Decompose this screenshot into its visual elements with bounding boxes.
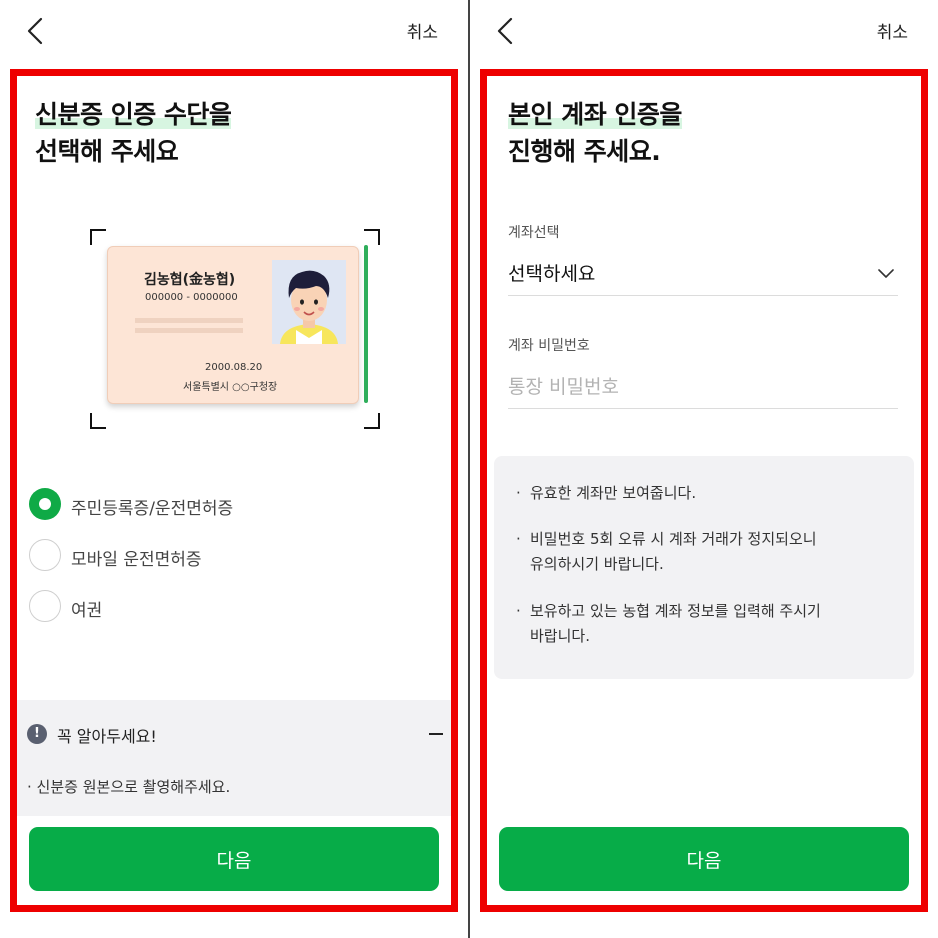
option-label: 모바일 운전면허증 <box>71 550 202 570</box>
back-arrow-icon[interactable] <box>494 16 520 46</box>
id-verification-screen: 취소 신분증 인증 수단을 선택해 주세요 김농협(金농협) 000000 - … <box>0 0 468 938</box>
page-title: 신분증 인증 수단을 선택해 주세요 <box>35 96 232 170</box>
account-select-label: 계좌선택 <box>508 225 560 241</box>
card-placeholder-line <box>135 328 243 333</box>
info-box: · 유효한 계좌만 보여줍니다. · 비밀번호 5회 오류 시 계좌 거래가 정… <box>494 456 914 679</box>
card-issue-date: 2000.08.20 <box>205 362 263 373</box>
option-label: 주민등록증/운전면허증 <box>71 499 234 519</box>
chevron-down-icon[interactable] <box>878 269 894 279</box>
back-arrow-icon[interactable] <box>24 16 50 46</box>
radio-unselected-icon[interactable] <box>29 539 61 571</box>
scan-corner-bottom-left <box>90 413 106 429</box>
title-line2: 진행해 주세요. <box>508 137 661 166</box>
highlight-frame: 본인 계좌 인증을 진행해 주세요. 계좌선택 선택하세요 계좌 비밀번호 통장… <box>480 69 928 912</box>
info-item-text: 유효한 계좌만 보여줍니다. <box>530 484 697 502</box>
info-item: · 비밀번호 5회 오류 시 계좌 거래가 정지되오니 유의하시기 바랍니다. <box>516 527 817 577</box>
radio-selected-icon[interactable] <box>29 488 61 520</box>
password-input[interactable]: 통장 비밀번호 <box>508 372 619 399</box>
password-label: 계좌 비밀번호 <box>508 338 590 354</box>
card-holder-name: 김농협(金농협) <box>144 272 236 288</box>
id-card: 김농협(金농협) 000000 - 0000000 2000.08.20 서울특… <box>107 246 359 404</box>
notice-panel: ! 꼭 알아두세요! · 신분증 원본으로 촬영해주세요. <box>17 700 451 816</box>
top-bar: 취소 <box>470 0 938 62</box>
title-highlight: 신분증 인증 수단을 <box>35 100 232 129</box>
page-title: 본인 계좌 인증을 진행해 주세요. <box>508 96 682 170</box>
notice-item-text: 신분증 원본으로 촬영해주세요. <box>36 778 231 796</box>
title-line2: 선택해 주세요 <box>35 137 179 166</box>
title-highlight: 본인 계좌 인증을 <box>508 100 682 129</box>
notice-item: · 신분증 원본으로 촬영해주세요. <box>27 778 231 796</box>
scan-corner-top-left <box>90 229 106 245</box>
cancel-button[interactable]: 취소 <box>877 18 908 43</box>
highlight-frame: 신분증 인증 수단을 선택해 주세요 김농협(金농협) 000000 - 000… <box>10 69 458 912</box>
radio-unselected-icon[interactable] <box>29 590 61 622</box>
info-item-text: 보유하고 있는 농협 계좌 정보를 입력해 주시기 <box>530 602 821 620</box>
account-verification-screen: 취소 본인 계좌 인증을 진행해 주세요. 계좌선택 선택하세요 계좌 비밀번호… <box>470 0 938 938</box>
exclamation-icon: ! <box>27 724 47 744</box>
scan-corner-bottom-right <box>364 413 380 429</box>
info-item: · 유효한 계좌만 보여줍니다. <box>516 481 696 506</box>
account-select-value: 선택하세요 <box>508 263 596 285</box>
collapse-minus-icon[interactable] <box>429 733 443 735</box>
info-item-text: 유의하시기 바랍니다. <box>530 555 664 573</box>
password-underline <box>508 408 898 409</box>
cancel-button[interactable]: 취소 <box>407 18 438 43</box>
info-item: · 보유하고 있는 농협 계좌 정보를 입력해 주시기 바랍니다. <box>516 599 821 649</box>
card-photo <box>272 260 346 344</box>
info-item-text: 바랍니다. <box>530 627 590 645</box>
id-card-illustration: 김농협(金농협) 000000 - 0000000 2000.08.20 서울특… <box>90 229 380 429</box>
next-button[interactable]: 다음 <box>29 827 439 891</box>
info-item-text: 비밀번호 5회 오류 시 계좌 거래가 정지되오니 <box>530 530 817 548</box>
scan-corner-top-right <box>364 229 380 245</box>
card-id-number: 000000 - 0000000 <box>145 292 238 303</box>
option-label: 여권 <box>71 601 103 621</box>
next-button[interactable]: 다음 <box>499 827 909 891</box>
person-portrait-icon <box>272 260 346 344</box>
top-bar: 취소 <box>0 0 468 62</box>
notice-title: 꼭 알아두세요! <box>57 727 157 746</box>
card-issuer: 서울특별시 ○○구청장 <box>183 382 278 393</box>
card-edge-indicator <box>364 245 368 403</box>
account-select-underline <box>508 295 898 296</box>
card-placeholder-line <box>135 318 243 323</box>
